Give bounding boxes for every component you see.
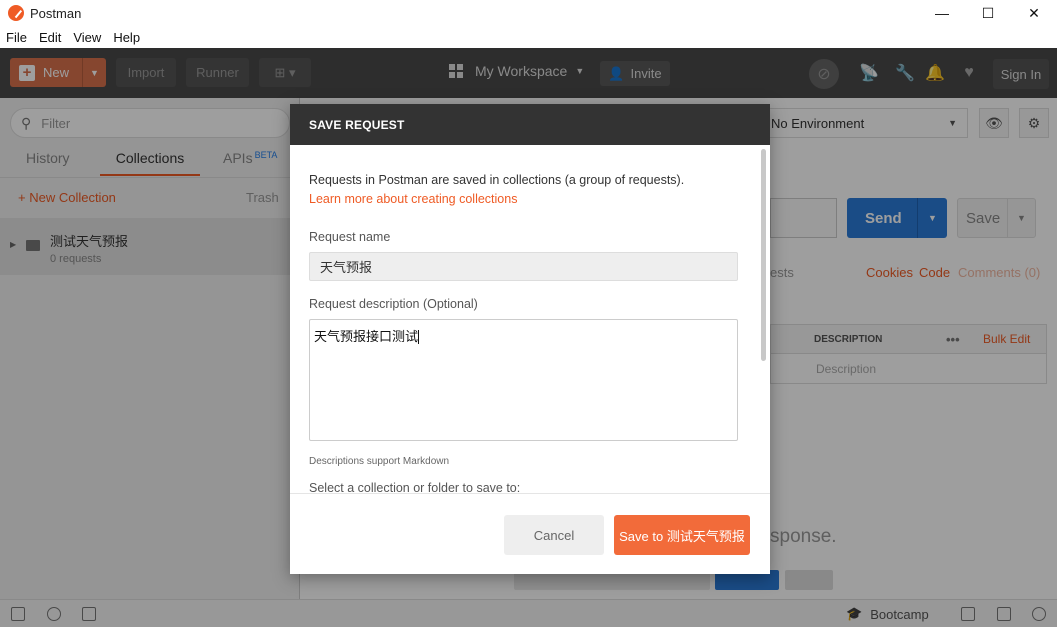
modal-backdrop-bottom xyxy=(0,599,1057,627)
learn-more-link[interactable]: Learn more about creating collections xyxy=(309,192,517,206)
modal-body: Requests in Postman are saved in collect… xyxy=(290,145,770,493)
request-description-textarea[interactable]: 天气预报接口测试 xyxy=(309,319,738,441)
menu-help[interactable]: Help xyxy=(107,30,146,45)
window-controls: — ☐ ✕ xyxy=(919,0,1057,26)
markdown-note: Descriptions support Markdown xyxy=(309,456,450,467)
request-description-label: Request description (Optional) xyxy=(309,297,478,311)
postman-logo-icon xyxy=(8,5,24,21)
menu-file[interactable]: File xyxy=(0,30,33,45)
modal-scrollbar[interactable] xyxy=(760,147,766,493)
minimize-button[interactable]: — xyxy=(919,0,965,26)
maximize-button[interactable]: ☐ xyxy=(965,0,1011,26)
menu-view[interactable]: View xyxy=(67,30,107,45)
menu-bar: File Edit View Help xyxy=(0,26,1057,48)
scrollbar-thumb[interactable] xyxy=(761,149,766,361)
menu-edit[interactable]: Edit xyxy=(33,30,67,45)
save-to-collection-button[interactable]: Save to 测试天气预报 xyxy=(614,515,750,555)
request-description-value: 天气预报接口测试 xyxy=(314,329,419,344)
text-cursor xyxy=(418,330,420,344)
modal-intro-text: Requests in Postman are saved in collect… xyxy=(309,173,685,187)
modal-backdrop-top xyxy=(0,48,1057,98)
modal-footer: Cancel Save to 测试天气预报 xyxy=(290,493,770,574)
select-collection-label: Select a collection or folder to save to… xyxy=(309,481,521,493)
request-name-input[interactable]: 天气预报 xyxy=(309,252,738,281)
cancel-button[interactable]: Cancel xyxy=(504,515,604,555)
title-bar: Postman — ☐ ✕ xyxy=(0,0,1057,26)
modal-title: SAVE REQUEST xyxy=(290,104,770,145)
app-title: Postman xyxy=(30,5,82,21)
request-name-label: Request name xyxy=(309,230,391,244)
close-window-button[interactable]: ✕ xyxy=(1011,0,1057,26)
save-request-modal: SAVE REQUEST Requests in Postman are sav… xyxy=(290,104,770,574)
